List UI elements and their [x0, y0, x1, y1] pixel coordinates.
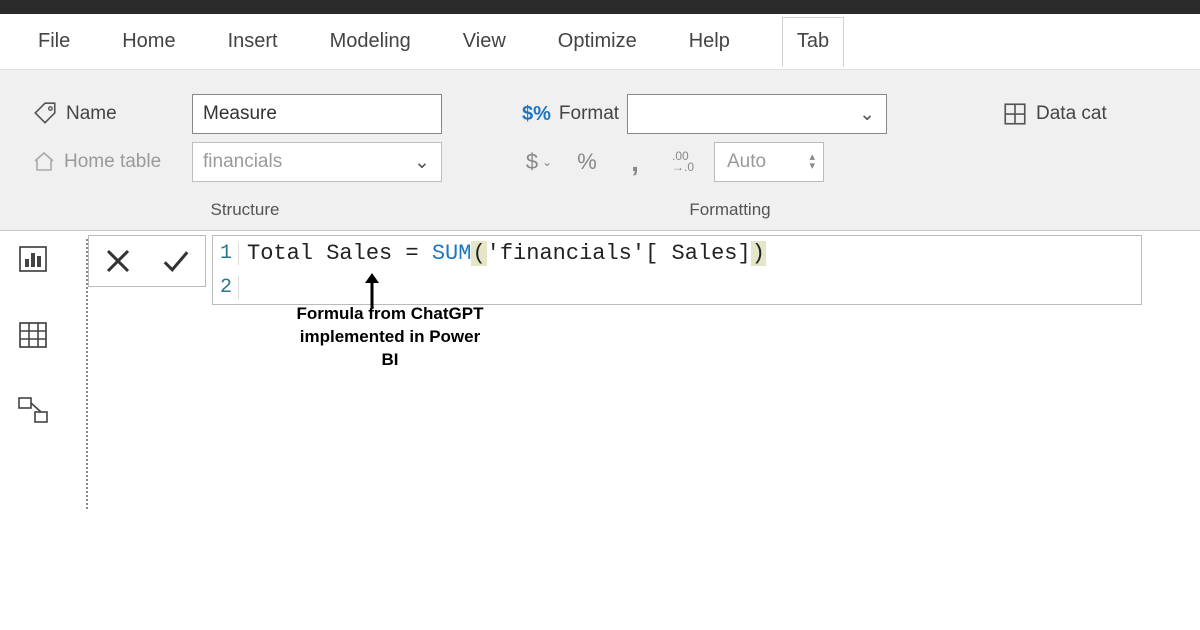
ribbon-group-structure: Name Home table financials ⌄ Structure [0, 90, 490, 230]
model-view-button[interactable] [15, 395, 51, 427]
name-label: Name [32, 101, 192, 127]
menu-view[interactable]: View [463, 30, 506, 53]
menu-file[interactable]: File [38, 30, 70, 53]
ribbon-group-properties: Data cat [970, 90, 1200, 230]
data-category-label-text: Data cat [1036, 103, 1107, 125]
data-category-label: Data cat [1002, 101, 1107, 127]
stepper-arrows-icon: ▴▾ [809, 153, 815, 171]
line-number: 1 [213, 242, 239, 265]
home-table-value: financials [203, 151, 282, 173]
view-switcher-rail [0, 231, 66, 509]
menu-bar: File Home Insert Modeling View Optimize … [0, 14, 1200, 70]
menu-help[interactable]: Help [689, 30, 730, 53]
formula-line-2: 2 [213, 270, 1141, 304]
work-area: 1 Total Sales = SUM('financials'[ Sales]… [0, 231, 1200, 509]
menu-optimize[interactable]: Optimize [558, 30, 637, 53]
percent-button[interactable]: % [570, 142, 604, 182]
formula-text[interactable]: Total Sales = SUM('financials'[ Sales]) [239, 241, 766, 266]
formula-line-1: 1 Total Sales = SUM('financials'[ Sales]… [213, 236, 1141, 270]
decimal-places-icon[interactable]: .00 →.0 [666, 142, 700, 182]
annotation-arrow-icon [362, 273, 382, 307]
ribbon: Name Home table financials ⌄ Structure [0, 70, 1200, 231]
thousands-separator-button[interactable]: , [618, 142, 652, 182]
home-table-label: Home table [32, 150, 192, 174]
home-table-select[interactable]: financials ⌄ [192, 142, 442, 182]
formula-bar-actions [88, 235, 206, 287]
cancel-button[interactable] [89, 236, 147, 286]
format-select[interactable]: ⌄ [627, 94, 887, 134]
home-icon [32, 150, 56, 174]
chevron-down-icon: ⌄ [542, 155, 552, 169]
data-view-button[interactable] [15, 319, 51, 351]
formula-editor[interactable]: 1 Total Sales = SUM('financials'[ Sales]… [212, 235, 1142, 305]
menu-tab-active[interactable]: Tab [782, 17, 844, 67]
menu-modeling[interactable]: Modeling [330, 30, 411, 53]
tag-icon [32, 101, 58, 127]
currency-button[interactable]: $ ⌄ [522, 142, 556, 182]
decimal-places-value: Auto [727, 151, 766, 173]
decimal-places-stepper[interactable]: Auto ▴▾ [714, 142, 824, 182]
report-view-button[interactable] [15, 243, 51, 275]
structure-caption: Structure [0, 186, 490, 230]
format-icon: $% [522, 103, 551, 126]
chevron-down-icon: ⌄ [413, 151, 431, 174]
close-icon [103, 246, 133, 276]
annotation-text: Formula from ChatGPT implemented in Powe… [290, 303, 490, 372]
format-label: $% Format [522, 103, 619, 126]
check-icon [159, 246, 193, 276]
name-input[interactable] [192, 94, 442, 134]
window-titlebar [0, 0, 1200, 14]
menu-home[interactable]: Home [122, 30, 175, 53]
data-category-icon [1002, 101, 1028, 127]
line-number: 2 [213, 276, 239, 299]
home-table-label-text: Home table [64, 151, 161, 173]
format-label-text: Format [559, 103, 619, 125]
formatting-caption: Formatting [490, 186, 970, 230]
name-label-text: Name [66, 103, 117, 125]
ribbon-group-formatting: $% Format ⌄ $ ⌄ % , .00 →.0 Auto ▴▾ [490, 90, 970, 230]
commit-button[interactable] [147, 236, 205, 286]
chevron-down-icon: ⌄ [858, 103, 876, 126]
menu-insert[interactable]: Insert [228, 30, 278, 53]
